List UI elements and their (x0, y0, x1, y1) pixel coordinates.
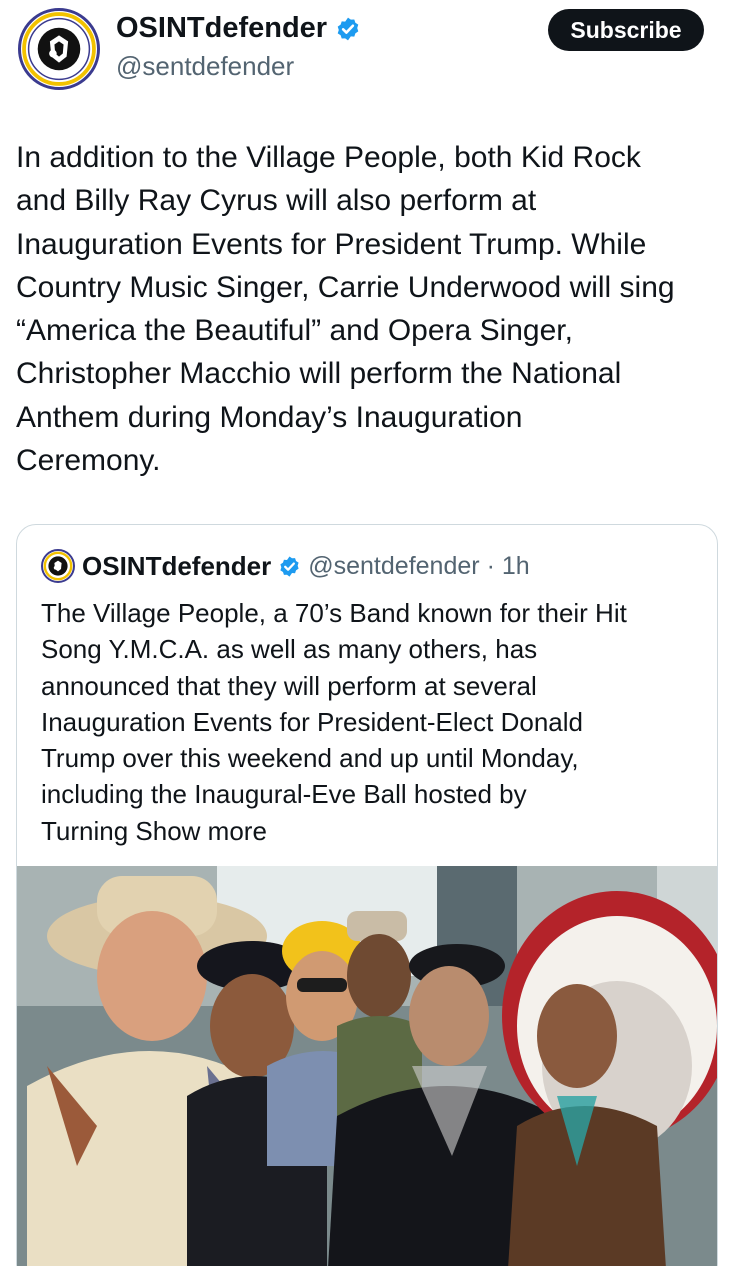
author-name[interactable]: OSINTdefender (116, 12, 361, 45)
quoted-tweet-text: The Village People, a 70’s Band known fo… (41, 595, 701, 849)
osint-logo-icon (21, 11, 97, 87)
bottom-edge (0, 1266, 734, 1280)
verified-badge-icon (280, 555, 299, 577)
quoted-tweet-header: OSINTdefender @sentdefender · 1h (41, 549, 530, 583)
osint-logo-icon (43, 551, 73, 581)
quoted-tweet-card[interactable]: OSINTdefender @sentdefender · 1h The Vil… (16, 524, 718, 1280)
quoted-author-avatar[interactable] (41, 549, 75, 583)
verified-badge-icon (337, 17, 359, 40)
quoted-author-handle[interactable]: @sentdefender (308, 552, 479, 581)
author-name-text[interactable]: OSINTdefender (116, 12, 327, 45)
subscribe-button[interactable]: Subscribe (548, 9, 704, 51)
tweet-header: OSINTdefender @sentdefender Subscribe (0, 0, 734, 100)
author-avatar[interactable] (18, 8, 100, 90)
tweet-text: In addition to the Village People, both … (16, 141, 675, 478)
author-handle[interactable]: @sentdefender (116, 51, 294, 82)
quoted-tweet-photo[interactable] (17, 866, 717, 1280)
quoted-author-name[interactable]: OSINTdefender (82, 551, 271, 582)
quoted-tweet-time[interactable]: 1h (502, 552, 530, 581)
band-photo (17, 866, 717, 1280)
separator-dot: · (486, 551, 495, 580)
show-more-link[interactable]: Show more (135, 816, 267, 846)
quoted-tweet-body: The Village People, a 70’s Band known fo… (41, 598, 627, 846)
